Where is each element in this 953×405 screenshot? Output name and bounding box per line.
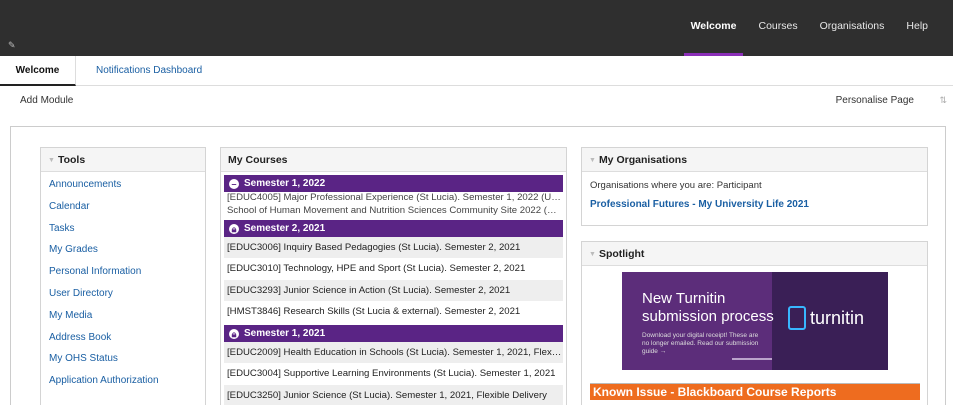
collapse-triangle-icon[interactable]: ▼ (589, 149, 596, 173)
tab-notifications-dashboard[interactable]: Notifications Dashboard (96, 56, 202, 86)
spotlight-header: ▼ Spotlight (582, 242, 927, 266)
tool-link-calendar[interactable]: Calendar (41, 196, 205, 218)
tool-link-personal-information[interactable]: Personal Information (41, 261, 205, 283)
course-row[interactable]: [EDUC3293] Junior Science in Action (St … (224, 279, 563, 301)
semester-label: Semester 1, 2021 (244, 328, 326, 340)
module-canvas: ▼ Tools Announcements Calendar Tasks My G… (10, 126, 946, 405)
turnitin-logo-icon (788, 306, 806, 330)
add-module-button[interactable]: Add Module (20, 95, 73, 106)
spotlight-title: Spotlight (598, 248, 645, 260)
spotlight-module: ▼ Spotlight New Turnitin submission proce… (581, 241, 928, 405)
my-organisations-module: ▼ My Organisations Organisations where yo… (581, 147, 928, 226)
tool-link-announcements[interactable]: Announcements (41, 174, 205, 196)
turnitin-logo-text: turnitin (810, 308, 865, 328)
semester-header-sem1-2022[interactable]: – Semester 1, 2022 (224, 175, 563, 192)
known-issue-banner[interactable]: Known Issue - Blackboard Course Reports (590, 383, 920, 400)
semester-label: Semester 2, 2021 (244, 223, 326, 234)
personalise-page-button[interactable]: Personalise Page (836, 95, 914, 106)
lock-icon: 🔒︎ (229, 224, 239, 234)
organisations-title: My Organisations (598, 154, 688, 166)
carousel-indicator[interactable] (732, 358, 772, 360)
top-nav-organisations[interactable]: Organisations (809, 0, 896, 56)
course-row[interactable]: [EDUC3250] Junior Science (St Lucia). Se… (224, 384, 563, 405)
tool-link-application-authorization[interactable]: Application Authorization (41, 370, 205, 392)
collapse-minus-icon: – (229, 179, 239, 189)
tool-link-my-media[interactable]: My Media (41, 305, 205, 327)
top-navigation-bar: ✎ Welcome Courses Organisations Help (0, 0, 953, 56)
tool-link-address-book[interactable]: Address Book (41, 327, 205, 349)
top-nav-welcome[interactable]: Welcome (680, 0, 748, 56)
course-row[interactable]: [EDUC3006] Inquiry Based Pedagogies (St … (224, 237, 563, 259)
organisations-role-note: Organisations where you are: Participant (590, 180, 762, 191)
tools-module-header: ▼ Tools (41, 148, 205, 172)
top-nav: Welcome Courses Organisations Help (680, 0, 939, 56)
collapse-triangle-icon[interactable]: ▼ (589, 243, 596, 267)
my-organisations-header: ▼ My Organisations (582, 148, 927, 172)
course-row[interactable]: [EDUC3010] Technology, HPE and Sport (St… (224, 258, 563, 279)
tools-module: ▼ Tools Announcements Calendar Tasks My G… (40, 147, 206, 405)
semester-header-sem2-2021[interactable]: 🔒︎ Semester 2, 2021 (224, 220, 563, 237)
top-nav-courses[interactable]: Courses (747, 0, 808, 56)
course-row[interactable]: School of Human Movement and Nutrition S… (224, 205, 563, 218)
tool-link-my-grades[interactable]: My Grades (41, 239, 205, 261)
course-row[interactable]: [HMST3846] Research Skills (St Lucia & e… (224, 301, 563, 322)
tool-link-tasks[interactable]: Tasks (41, 218, 205, 240)
semester-header-sem1-2021[interactable]: 🔒︎ Semester 1, 2021 (224, 325, 563, 343)
reorder-icon[interactable]: ⇅ (939, 95, 947, 106)
pen-icon[interactable]: ✎ (8, 40, 16, 51)
my-courses-header: My Courses (221, 148, 566, 172)
tab-welcome[interactable]: Welcome (0, 56, 76, 86)
course-row[interactable]: [EDUC3004] Supportive Learning Environme… (224, 363, 563, 384)
course-row[interactable]: [EDUC2009] Health Education in Schools (… (224, 342, 563, 364)
page-tabs: Welcome Notifications Dashboard (0, 56, 953, 86)
turnitin-banner[interactable]: New Turnitin submission process Download… (622, 272, 888, 370)
collapse-triangle-icon[interactable]: ▼ (48, 149, 55, 173)
my-courses-module: My Courses – Semester 1, 2022 [EDUC4005] … (220, 147, 567, 405)
organisation-link[interactable]: Professional Futures - My University Lif… (590, 199, 809, 210)
banner-subtitle: Download your digital receipt! These are… (642, 332, 759, 355)
tool-link-user-directory[interactable]: User Directory (41, 283, 205, 305)
tools-title: Tools (57, 154, 86, 166)
tool-link-my-ohs-status[interactable]: My OHS Status (41, 348, 205, 370)
semester-label: Semester 1, 2022 (244, 178, 326, 189)
banner-title: New Turnitin submission process (642, 290, 774, 325)
lock-icon: 🔒︎ (229, 329, 239, 340)
action-bar: Add Module Personalise Page ⇅ (0, 86, 953, 116)
course-row[interactable]: [EDUC4005] Major Professional Experience… (224, 192, 563, 205)
top-nav-help[interactable]: Help (895, 0, 939, 56)
